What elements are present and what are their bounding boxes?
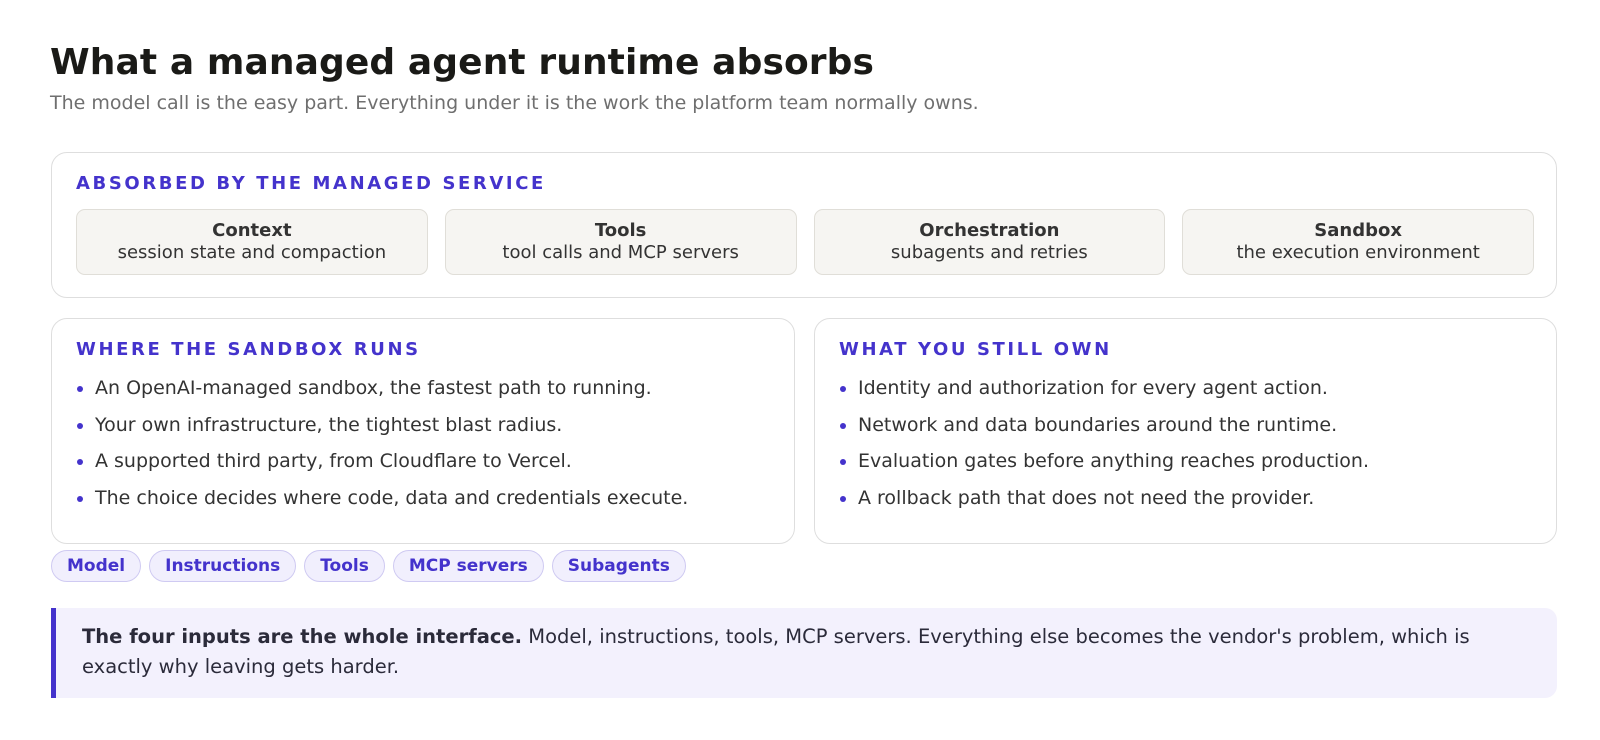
list-item-text: The choice decides where code, data and … xyxy=(95,486,689,509)
card-desc: subagents and retries xyxy=(890,242,1088,263)
chip-tools: Tools xyxy=(304,550,385,582)
chip-model: Model xyxy=(51,550,142,582)
list-item: An OpenAI-managed sandbox, the fastest p… xyxy=(76,375,688,412)
card-context: Context session state and compaction xyxy=(76,209,428,275)
chip-mcp-servers: MCP servers xyxy=(392,550,544,582)
card-tools: Tools tool calls and MCP servers xyxy=(444,209,797,275)
list-item-text: Network and data boundaries around the r… xyxy=(858,413,1338,436)
list-item: A supported third party, from Cloudflare… xyxy=(76,448,688,485)
absorbed-heading: ABSORBED BY THE MANAGED SERVICE xyxy=(76,173,546,194)
chip-instructions: Instructions xyxy=(149,550,297,582)
card-orchestration: Orchestration subagents and retries xyxy=(813,209,1166,275)
bullet-dot-icon xyxy=(77,422,83,429)
list-item: Evaluation gates before anything reaches… xyxy=(839,448,1369,485)
list-item-text: Evaluation gates before anything reaches… xyxy=(858,450,1370,472)
chip-subagents: Subagents xyxy=(551,550,686,582)
list-item: The choice decides where code, data and … xyxy=(76,485,688,522)
sandbox-heading: WHERE THE SANDBOX RUNS xyxy=(76,339,421,360)
list-item: Identity and authorization for every age… xyxy=(839,375,1369,412)
bullet-dot-icon xyxy=(840,459,846,465)
still-own-panel: WHAT YOU STILL OWN Identity and authoriz… xyxy=(814,318,1557,544)
list-item: Network and data boundaries around the r… xyxy=(839,412,1369,449)
still-own-list: Identity and authorization for every age… xyxy=(839,375,1369,521)
bullet-dot-icon xyxy=(77,459,83,465)
card-title: Tools xyxy=(594,220,647,241)
page-subtitle: The model call is the easy part. Everyth… xyxy=(50,92,979,114)
list-item-text: An OpenAI-managed sandbox, the fastest p… xyxy=(95,377,652,399)
bullet-dot-icon xyxy=(77,495,83,502)
still-own-heading: WHAT YOU STILL OWN xyxy=(839,339,1112,360)
card-title: Context xyxy=(212,220,292,241)
card-title: Orchestration xyxy=(919,220,1060,241)
sandbox-list: An OpenAI-managed sandbox, the fastest p… xyxy=(76,375,688,521)
list-item: A rollback path that does not need the p… xyxy=(839,485,1369,522)
absorbed-cards: Context session state and compaction Too… xyxy=(76,209,1534,275)
list-item: Your own infrastructure, the tightest bl… xyxy=(76,412,688,449)
bullet-dot-icon xyxy=(77,386,83,392)
bullet-dot-icon xyxy=(840,386,846,392)
page-title: What a managed agent runtime absorbs xyxy=(50,42,875,83)
list-item-text: A supported third party, from Cloudflare… xyxy=(95,450,572,472)
callout-lead: The four inputs are the whole interface. xyxy=(82,625,523,648)
card-desc: the execution environment xyxy=(1236,242,1480,263)
input-chips: Model Instructions Tools MCP servers Sub… xyxy=(51,550,686,582)
callout-text: The four inputs are the whole interface.… xyxy=(82,622,1542,682)
card-sandbox: Sandbox the execution environment xyxy=(1182,209,1534,275)
absorbed-panel: ABSORBED BY THE MANAGED SERVICE Context … xyxy=(51,152,1557,298)
bullet-dot-icon xyxy=(840,422,846,429)
sandbox-panel: WHERE THE SANDBOX RUNS An OpenAI-managed… xyxy=(51,318,795,544)
card-desc: session state and compaction xyxy=(117,242,387,263)
card-title: Sandbox xyxy=(1314,220,1402,241)
card-desc: tool calls and MCP servers xyxy=(502,242,739,263)
list-item-text: Identity and authorization for every age… xyxy=(858,377,1328,399)
bullet-dot-icon xyxy=(840,495,846,502)
callout: The four inputs are the whole interface.… xyxy=(51,608,1557,698)
list-item-text: A rollback path that does not need the p… xyxy=(858,486,1315,509)
list-item-text: Your own infrastructure, the tightest bl… xyxy=(95,413,563,436)
